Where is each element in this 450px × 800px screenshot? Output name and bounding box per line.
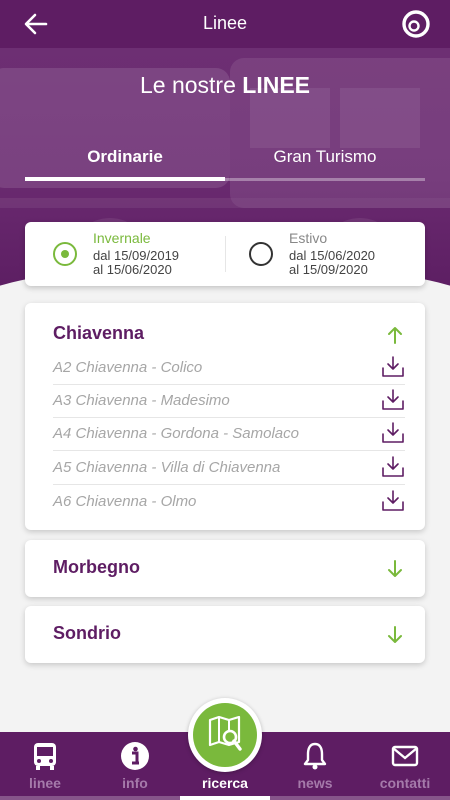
line-name: A5 Chiavenna - Villa di Chiavenna bbox=[53, 459, 281, 476]
line-name: A4 Chiavenna - Gordona - Samolaco bbox=[53, 425, 299, 442]
tab-underline-active bbox=[25, 177, 225, 181]
nav-indicator bbox=[90, 796, 180, 800]
group-title[interactable]: Morbegno bbox=[53, 557, 140, 578]
group-card-sondrio[interactable]: Sondrio bbox=[25, 606, 425, 663]
nav-label: linee bbox=[29, 775, 61, 791]
search-fab-inner bbox=[193, 703, 257, 767]
season-invernale[interactable]: Invernale dal 15/09/2019 al 15/06/2020 bbox=[53, 230, 223, 280]
list-item[interactable]: A5 Chiavenna - Villa di Chiavenna bbox=[53, 452, 405, 485]
nav-info[interactable]: info bbox=[90, 732, 180, 800]
top-bar: Linee bbox=[0, 0, 450, 48]
hero-title-prefix: Le nostre bbox=[139, 72, 243, 98]
line-name: A2 Chiavenna - Colico bbox=[53, 359, 203, 376]
radio-unselected-icon[interactable] bbox=[249, 242, 273, 266]
nav-indicator bbox=[180, 796, 270, 800]
hero-title-bold: LINEE bbox=[242, 72, 311, 98]
season-estivo[interactable]: Estivo dal 15/06/2020 al 15/09/2020 bbox=[249, 230, 419, 280]
list-item[interactable]: A3 Chiavenna - Madesimo bbox=[53, 385, 405, 418]
season-selector: Invernale dal 15/09/2019 al 15/06/2020 E… bbox=[25, 222, 425, 286]
group-title[interactable]: Chiavenna bbox=[53, 323, 144, 344]
info-icon bbox=[121, 742, 149, 770]
bell-icon bbox=[303, 742, 327, 770]
chevron-down-icon[interactable] bbox=[387, 626, 403, 644]
radio-selected-icon[interactable] bbox=[53, 242, 77, 266]
line-name: A3 Chiavenna - Madesimo bbox=[53, 392, 230, 409]
list-item[interactable]: A6 Chiavenna - Olmo bbox=[53, 486, 405, 519]
nav-label: contatti bbox=[379, 775, 431, 791]
hero-title: Le nostre LINEE bbox=[0, 72, 450, 99]
download-icon[interactable] bbox=[381, 456, 405, 478]
season-to: al 15/09/2020 bbox=[289, 262, 368, 277]
tab-gran-turismo[interactable]: Gran Turismo bbox=[225, 142, 425, 182]
download-icon[interactable] bbox=[381, 389, 405, 411]
tabs: Ordinarie Gran Turismo bbox=[25, 142, 425, 182]
download-icon[interactable] bbox=[381, 422, 405, 444]
map-search-icon bbox=[208, 716, 242, 751]
nav-label: info bbox=[122, 775, 148, 791]
list-item[interactable]: A2 Chiavenna - Colico bbox=[53, 352, 405, 385]
season-divider bbox=[225, 236, 226, 272]
nav-label: news bbox=[297, 775, 333, 791]
season-to: al 15/06/2020 bbox=[93, 262, 172, 277]
download-icon[interactable] bbox=[381, 356, 405, 378]
season-from: dal 15/09/2019 bbox=[93, 248, 180, 263]
season-name: Invernale bbox=[93, 230, 151, 246]
season-from: dal 15/06/2020 bbox=[289, 248, 376, 263]
group-card-chiavenna: Chiavenna A2 Chiavenna - Colico A3 Chiav… bbox=[25, 303, 425, 530]
list-item[interactable]: A4 Chiavenna - Gordona - Samolaco bbox=[53, 418, 405, 451]
mail-icon bbox=[391, 745, 419, 767]
search-fab-button[interactable] bbox=[188, 698, 262, 772]
group-title[interactable]: Sondrio bbox=[53, 623, 121, 644]
tab-ordinarie[interactable]: Ordinarie bbox=[25, 142, 225, 182]
nav-label: ricerca bbox=[202, 775, 248, 791]
nav-indicator bbox=[360, 796, 450, 800]
brand-logo-icon[interactable] bbox=[400, 8, 432, 40]
chevron-up-icon[interactable] bbox=[387, 326, 403, 344]
bus-icon bbox=[34, 743, 56, 770]
season-name: Estivo bbox=[289, 230, 328, 246]
nav-indicator bbox=[0, 796, 90, 800]
page-title: Linee bbox=[202, 13, 248, 33]
line-name: A6 Chiavenna - Olmo bbox=[53, 493, 197, 510]
download-icon[interactable] bbox=[381, 490, 405, 512]
nav-contatti[interactable]: contatti bbox=[360, 732, 450, 800]
line-list: A2 Chiavenna - Colico A3 Chiavenna - Mad… bbox=[25, 352, 425, 522]
chevron-down-icon[interactable] bbox=[387, 560, 403, 578]
nav-linee[interactable]: linee bbox=[0, 732, 90, 800]
nav-news[interactable]: news bbox=[270, 732, 360, 800]
group-card-morbegno[interactable]: Morbegno bbox=[25, 540, 425, 597]
nav-indicator bbox=[270, 796, 360, 800]
